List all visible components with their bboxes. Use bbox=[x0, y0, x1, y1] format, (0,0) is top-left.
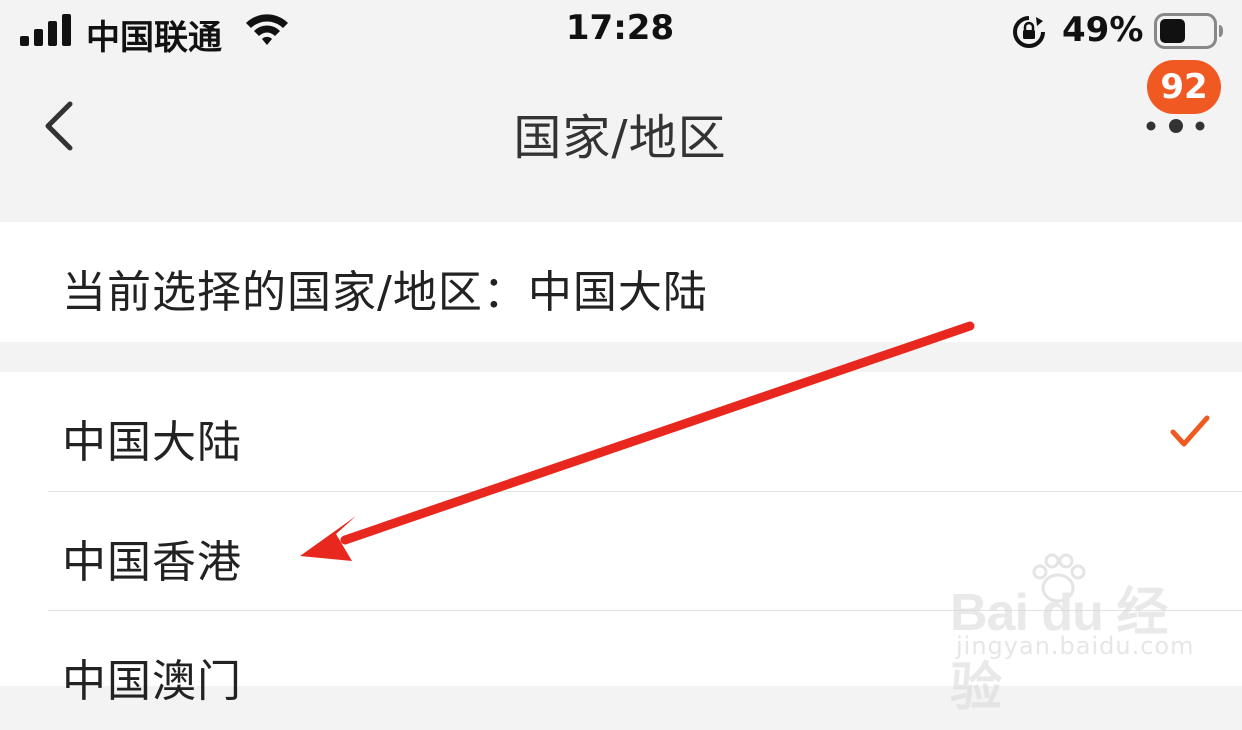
current-selection-panel: 当前选择的国家/地区：中国大陆 bbox=[0, 222, 1242, 342]
cellular-signal-icon bbox=[20, 14, 71, 46]
checkmark-icon bbox=[1170, 415, 1210, 447]
carrier-name: 中国联通 bbox=[86, 18, 222, 58]
region-label: 中国大陆 bbox=[62, 417, 242, 468]
page-title: 国家/地区 bbox=[513, 110, 727, 166]
battery-percent: 49% bbox=[1062, 10, 1144, 50]
region-label: 中国澳门 bbox=[62, 656, 242, 707]
status-bar: 中国联通 17:28 49% bbox=[0, 0, 1242, 64]
watermark-url: jingyan.baidu.com bbox=[956, 632, 1195, 660]
region-label: 中国香港 bbox=[62, 537, 242, 588]
clock-time: 17:28 bbox=[565, 8, 675, 48]
current-selection-label: 当前选择的国家/地区：中国大陆 bbox=[62, 267, 708, 318]
notification-badge: 92 bbox=[1147, 60, 1221, 114]
chevron-left-icon[interactable] bbox=[36, 96, 84, 156]
baidu-watermark: Bai du 经验 jingyan.baidu.com bbox=[950, 552, 1193, 717]
rotation-lock-icon bbox=[1013, 16, 1045, 48]
wifi-icon bbox=[246, 14, 288, 45]
list-item-region[interactable]: 中国大陆 bbox=[0, 372, 1242, 491]
battery-icon bbox=[1154, 13, 1223, 49]
